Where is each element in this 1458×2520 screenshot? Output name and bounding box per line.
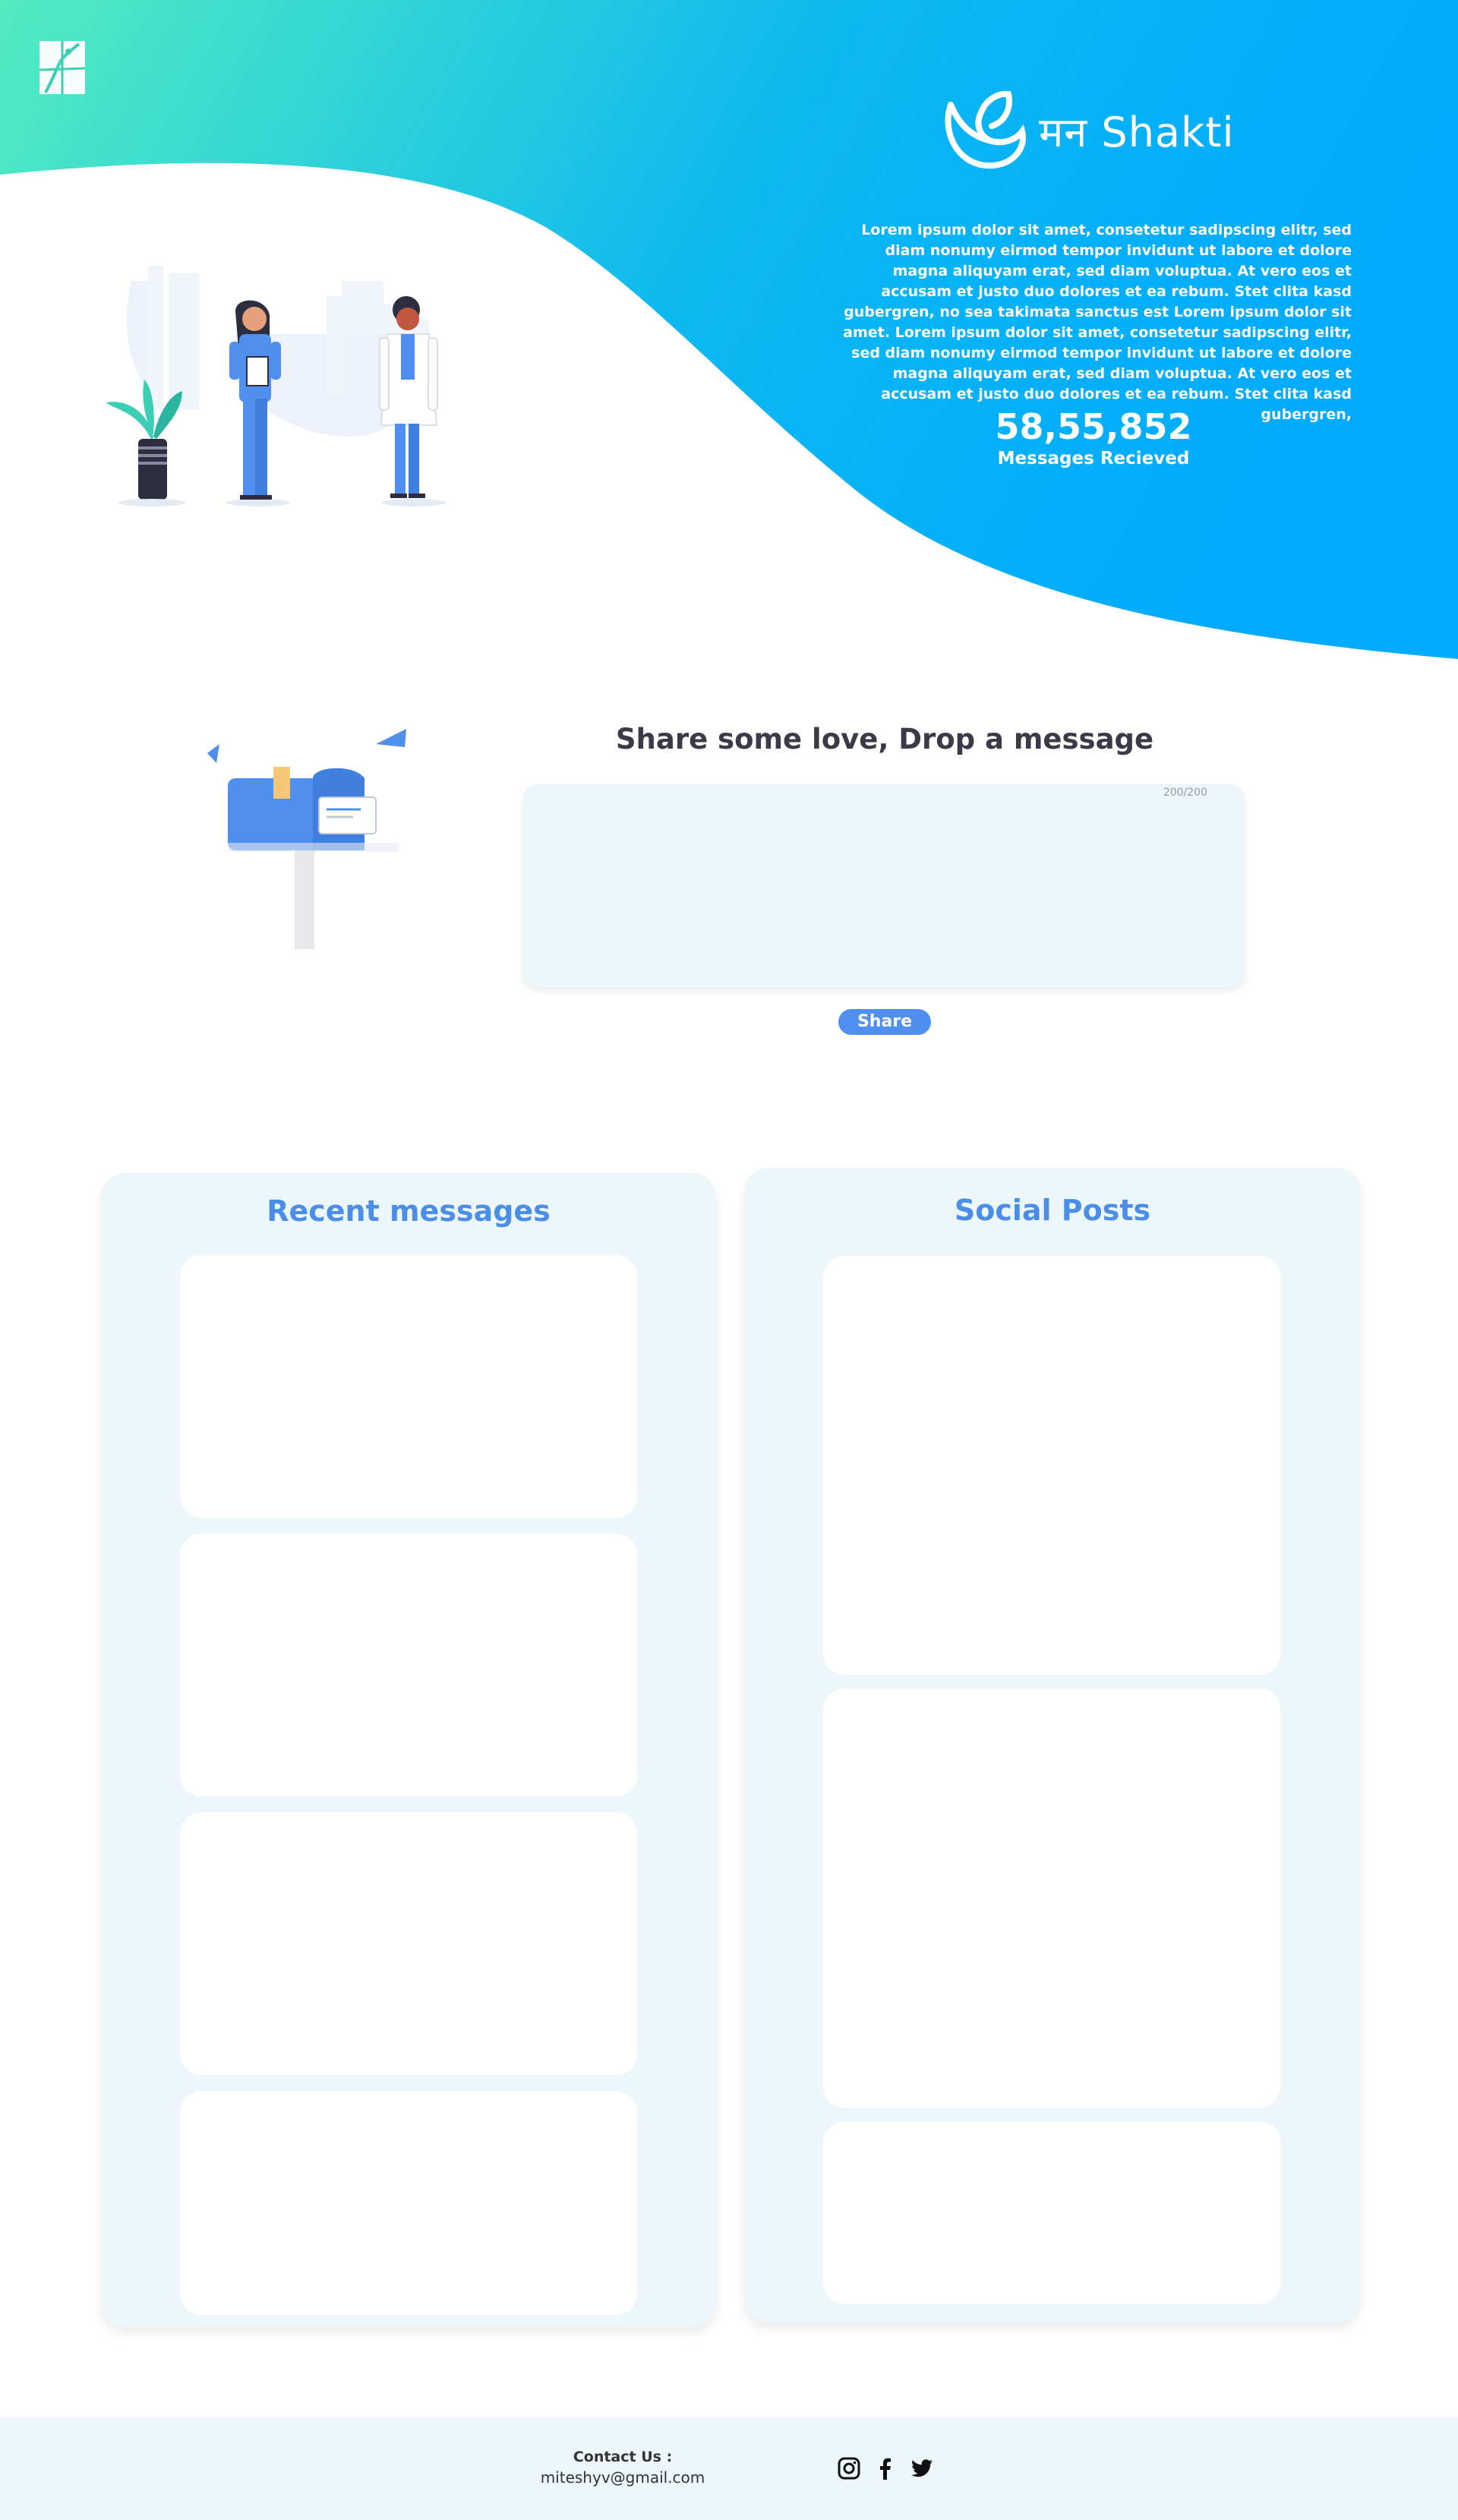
mailbox-illustration [207,729,406,949]
social-posts-title: Social Posts [954,1194,1151,1227]
hero-description: Lorem ipsum dolor sit amet, consetetur s… [843,222,1352,423]
twitter-icon[interactable] [910,2456,934,2481]
footer: Contact Us : miteshyv@gmail.com [0,2417,1458,2520]
corner-logo-icon[interactable] [38,39,87,96]
doctors-illustration [106,266,446,506]
counter-value: 58,55,852 [995,406,1192,447]
contact-title: Contact Us : [573,2449,673,2465]
social-posts-panel: Social Posts [744,1168,1361,2323]
char-count: 200/200 [1163,787,1207,799]
facebook-icon[interactable] [873,2456,898,2481]
message-card[interactable] [180,1534,637,1796]
contact-block: Contact Us : miteshyv@gmail.com [532,2449,714,2487]
contact-email[interactable]: miteshyv@gmail.com [532,2468,714,2487]
social-post-card[interactable] [823,2121,1280,2304]
counter-label: Messages Recieved [997,449,1190,468]
social-post-card[interactable] [823,1256,1280,1675]
instagram-icon[interactable] [837,2456,861,2481]
brand-name: मन Shakti [1039,109,1235,156]
message-card[interactable] [180,2091,637,2315]
message-input[interactable] [522,784,1245,987]
share-button[interactable]: Share [838,1009,931,1035]
message-card[interactable] [180,1255,637,1518]
message-card[interactable] [180,1812,637,2075]
brand-logo[interactable]: मन Shakti [942,90,1234,172]
social-post-card[interactable] [823,1689,1280,2108]
share-title: Share some love, Drop a message [615,723,1154,755]
leaf-logo-icon [945,90,1027,169]
social-links [837,2456,934,2481]
messages-counter: 58,55,852 Messages Recieved [942,406,1245,468]
recent-messages-title: Recent messages [267,1194,551,1228]
hero-section: मन Shakti Lorem ipsum dolor sit amet, co… [0,0,1458,668]
recent-messages-panel: Recent messages [101,1173,716,2327]
